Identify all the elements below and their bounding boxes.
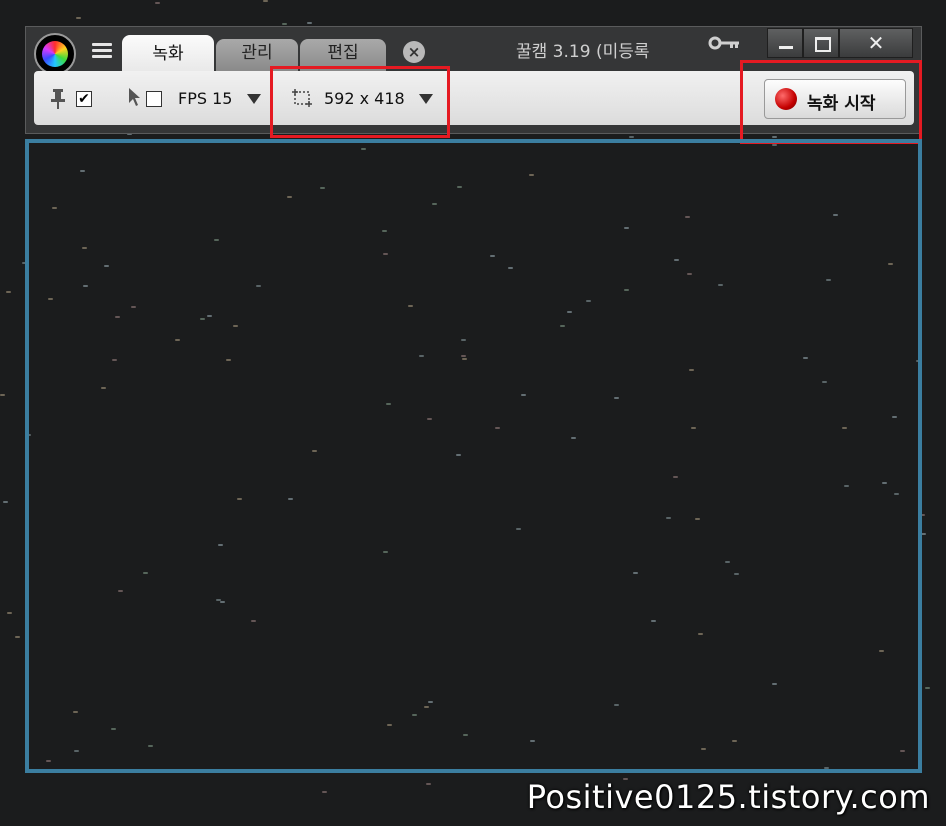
background-speck (155, 2, 160, 4)
background-speck (6, 291, 11, 293)
background-speck (7, 612, 12, 614)
fps-value[interactable]: FPS 15 (178, 89, 232, 108)
background-speck (322, 791, 327, 793)
pin-checkbox[interactable]: ✔ (76, 91, 92, 107)
app-logo-icon[interactable] (34, 33, 76, 75)
background-speck (925, 687, 930, 689)
background-speck (76, 17, 81, 19)
cursor-checkbox[interactable] (146, 91, 162, 107)
minimize-button[interactable] (767, 28, 803, 58)
background-speck (15, 636, 20, 638)
close-button[interactable]: ✕ (839, 28, 913, 58)
close-tab-icon[interactable]: × (403, 41, 425, 63)
highlight-region-size (270, 66, 450, 138)
key-icon[interactable] (708, 35, 742, 51)
background-speck (263, 0, 268, 2)
tab-record[interactable]: 녹화 (122, 35, 214, 73)
window-controls: ✕ (767, 28, 913, 58)
capture-region[interactable] (25, 139, 922, 773)
window-title: 꿀캠 3.19 (미등록 (516, 42, 650, 62)
highlight-record-button (740, 60, 922, 144)
cursor-icon (129, 88, 140, 106)
background-speck (0, 394, 5, 396)
pin-icon (51, 89, 65, 109)
background-speck (3, 501, 8, 503)
background-speck (629, 136, 634, 138)
background-speck (307, 22, 312, 24)
maximize-button[interactable] (803, 28, 839, 58)
background-speck (426, 783, 431, 785)
background-speck (282, 23, 287, 25)
watermark-text: Positive0125.tistory.com (526, 778, 930, 816)
fps-dropdown-arrow-icon[interactable] (247, 94, 261, 104)
hamburger-menu-icon[interactable] (92, 43, 112, 59)
